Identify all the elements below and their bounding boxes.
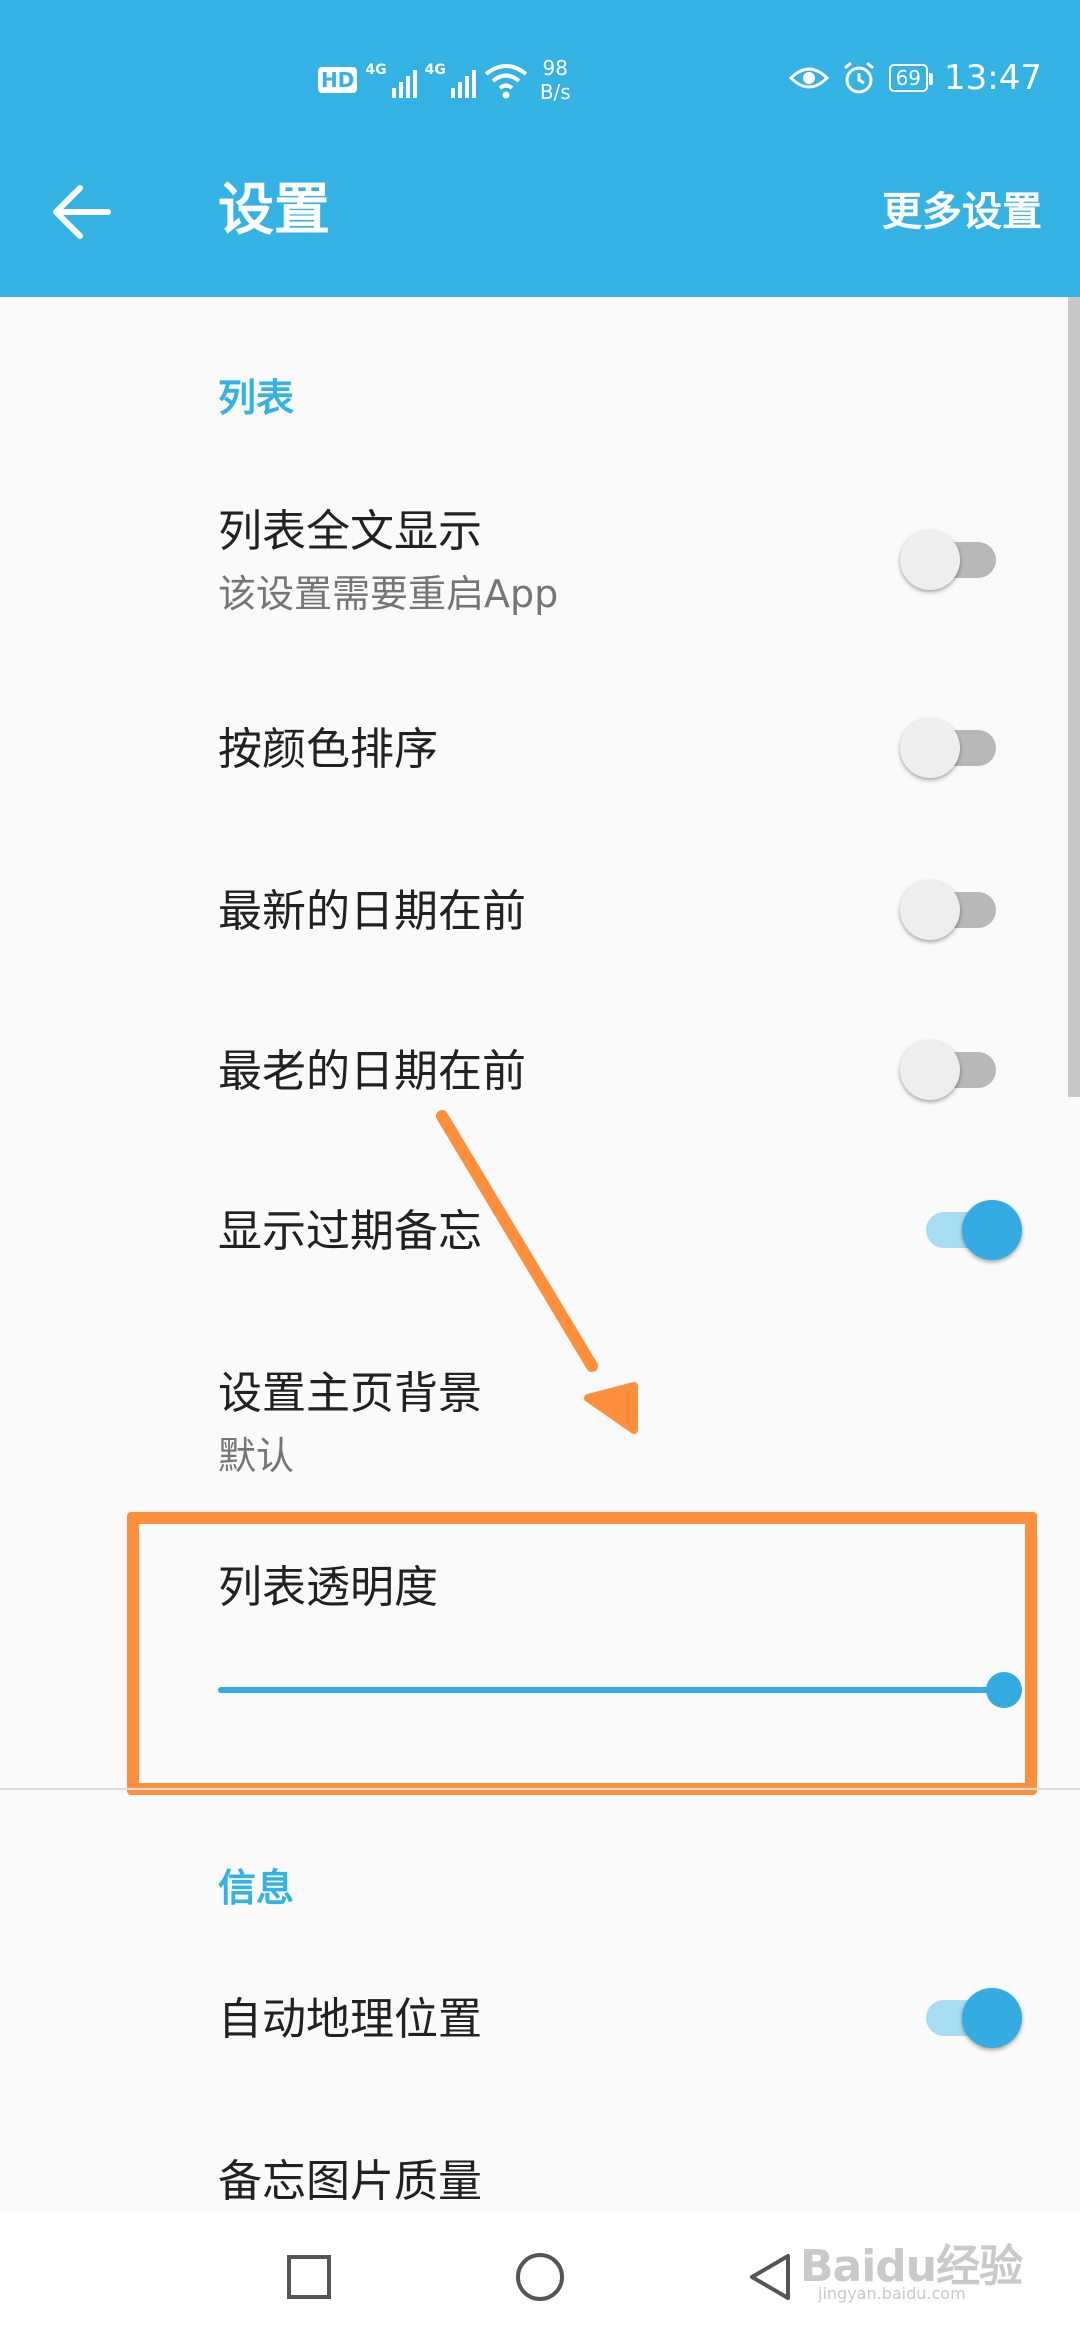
network-speed-unit: B/s bbox=[539, 80, 571, 104]
back-triangle-icon[interactable] bbox=[736, 2242, 806, 2312]
battery-icon: 69 bbox=[888, 64, 934, 92]
network-speed-value: 98 bbox=[542, 56, 568, 80]
toggle-thumb bbox=[900, 1040, 960, 1100]
toggle-full-text[interactable] bbox=[900, 528, 1010, 592]
setting-transparency-title: 列表透明度 bbox=[218, 1562, 438, 1613]
setting-image-quality-title[interactable]: 备忘图片质量 bbox=[218, 2154, 482, 2210]
section-divider bbox=[0, 1788, 1080, 1790]
slider-knob[interactable] bbox=[986, 1672, 1022, 1708]
home-circle-icon[interactable] bbox=[505, 2242, 575, 2312]
toggle-oldest-first[interactable] bbox=[900, 1038, 1010, 1102]
toggle-show-expired[interactable] bbox=[912, 1198, 1022, 1262]
signal-icon: 4G bbox=[425, 62, 476, 98]
transparency-slider[interactable] bbox=[218, 1660, 1022, 1720]
setting-sort-color-title[interactable]: 按颜色排序 bbox=[218, 722, 438, 778]
toggle-auto-location[interactable] bbox=[912, 1986, 1022, 2050]
status-right: 69 13:47 bbox=[788, 55, 1042, 101]
toggle-thumb bbox=[900, 530, 960, 590]
highlight-box bbox=[127, 1512, 1037, 1795]
setting-auto-location-title[interactable]: 自动地理位置 bbox=[218, 1992, 482, 2048]
signal-icon: 4G bbox=[365, 62, 417, 98]
status-bar: HD 4G 4G 98 B/s 69 13:47 bbox=[0, 0, 1080, 140]
sim2-network-label: 4G bbox=[424, 62, 446, 78]
pointer-arrow-icon bbox=[436, 1110, 638, 1434]
eye-comfort-icon bbox=[788, 67, 829, 89]
section-header-info: 信息 bbox=[218, 1866, 295, 1910]
setting-full-text-title[interactable]: 列表全文显示 bbox=[218, 504, 482, 560]
setting-home-bg-subtitle: 默认 bbox=[218, 1434, 295, 1478]
slider-rail bbox=[218, 1687, 1004, 1693]
setting-oldest-first-title[interactable]: 最老的日期在前 bbox=[218, 1044, 526, 1100]
hd-voice-icon: HD bbox=[318, 67, 358, 93]
scrollbar[interactable] bbox=[1068, 297, 1080, 1097]
toggle-newest-first[interactable] bbox=[900, 878, 1010, 942]
watermark-url: jingyan.baidu.com bbox=[818, 2284, 966, 2303]
setting-full-text-subtitle: 该设置需要重启App bbox=[218, 572, 559, 616]
toggle-thumb bbox=[900, 718, 960, 778]
toggle-thumb bbox=[900, 880, 960, 940]
setting-newest-first-title[interactable]: 最新的日期在前 bbox=[218, 884, 526, 940]
toggle-thumb bbox=[962, 1200, 1022, 1260]
app-bar: HD 4G 4G 98 B/s 69 13:47 设置 更多设置 bbox=[0, 0, 1080, 297]
network-speed: 98 B/s bbox=[540, 56, 571, 104]
more-settings-button[interactable]: 更多设置 bbox=[882, 186, 1042, 238]
sim1-network-label: 4G bbox=[365, 62, 387, 78]
page-title: 设置 bbox=[218, 178, 330, 243]
toggle-sort-color[interactable] bbox=[900, 716, 1010, 780]
recents-square-icon[interactable] bbox=[274, 2242, 344, 2312]
alarm-icon bbox=[843, 61, 874, 94]
toggle-thumb bbox=[962, 1988, 1022, 2048]
status-clock: 13:47 bbox=[944, 58, 1042, 98]
network-indicators: HD 4G 4G 98 B/s bbox=[318, 56, 571, 104]
section-header-list: 列表 bbox=[218, 376, 295, 420]
back-arrow-icon[interactable] bbox=[50, 182, 112, 242]
baidu-watermark: Baidu经验 jingyan.baidu.com bbox=[800, 2200, 1030, 2310]
wifi-icon bbox=[484, 64, 528, 99]
